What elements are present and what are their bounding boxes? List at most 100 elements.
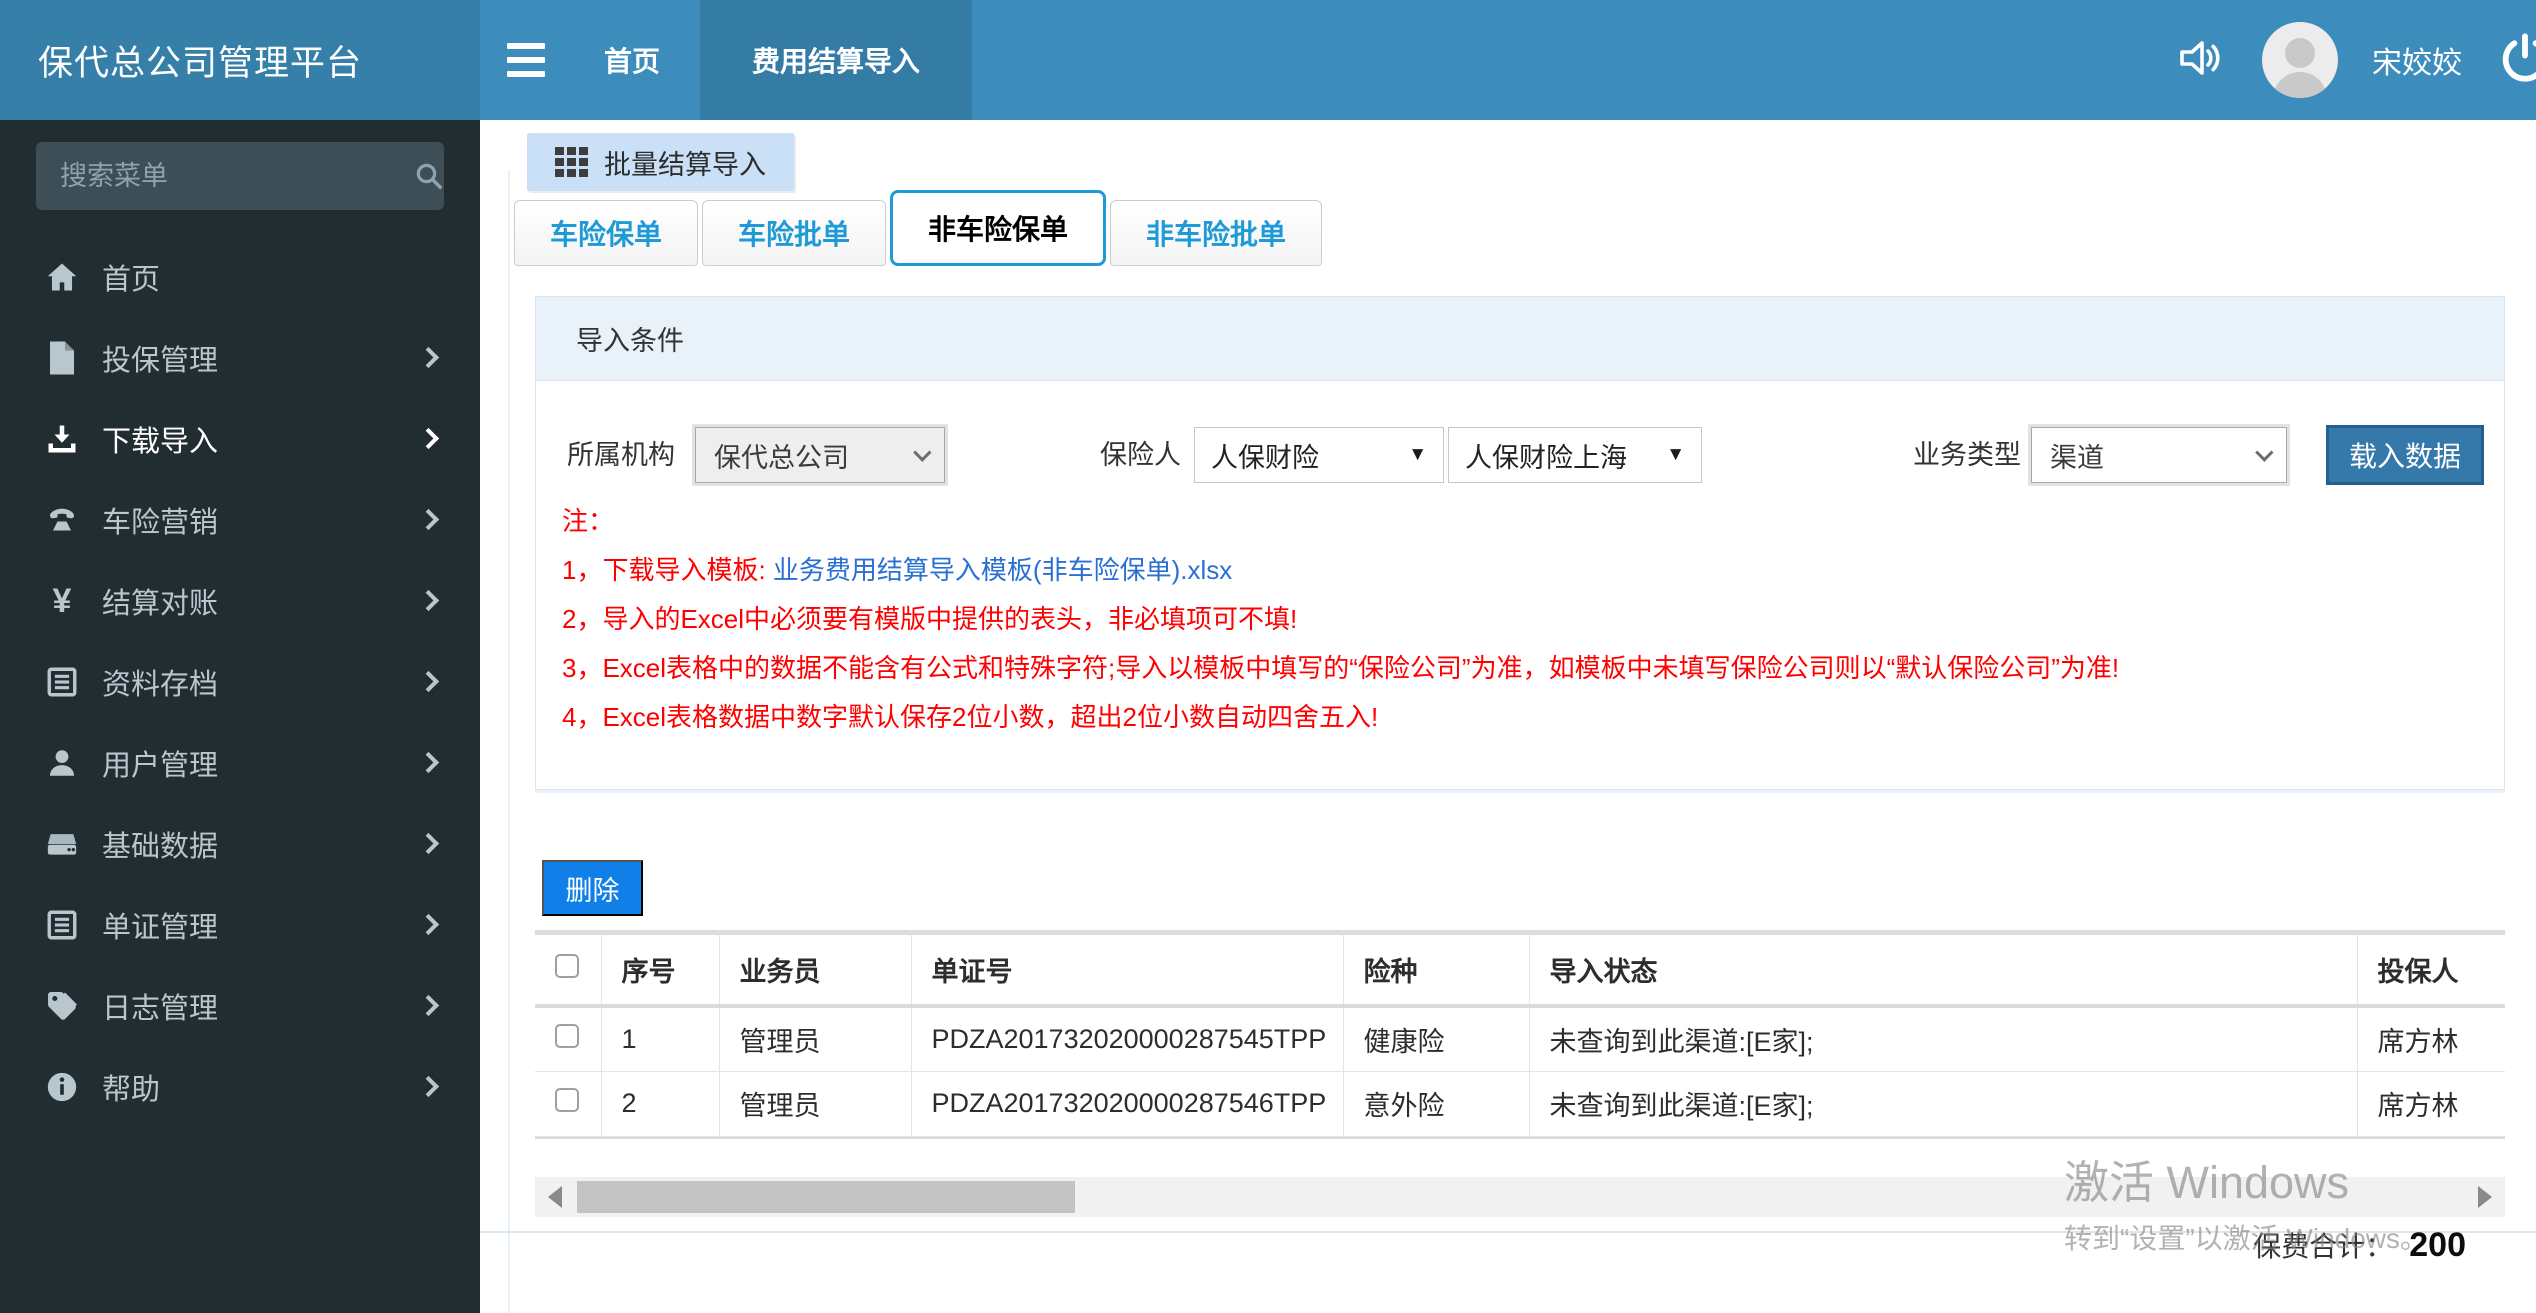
chevron-right-icon [417, 1075, 440, 1098]
biz-type-select[interactable]: 渠道 [2031, 427, 2287, 483]
app-brand: 保代总公司管理平台 [0, 0, 480, 120]
cell-seq: 1 [601, 1006, 720, 1072]
sidebar-item-label: 资料存档 [102, 668, 219, 701]
note-line-1: 1，下载导入模板: 业务费用结算导入模板(非车险保单).xlsx [562, 546, 2119, 595]
power-icon[interactable] [2496, 29, 2536, 92]
cell-policy_holder: 席方林 [2357, 1071, 2505, 1137]
hdd-icon [40, 827, 84, 861]
import-notes: 注： 1，下载导入模板: 业务费用结算导入模板(非车险保单).xlsx 2，导入… [562, 497, 2119, 742]
sidebar-item-资料存档[interactable]: 资料存档 [0, 641, 480, 722]
panel-title: 导入条件 [536, 297, 2504, 381]
app-root: 保代总公司管理平台 首页投保管理下载导入车险营销 ¥ 结算对账资料存档用户管理基础数… [0, 0, 2536, 1313]
row-checkbox-cell [535, 1071, 602, 1137]
row-checkbox[interactable] [555, 1088, 579, 1112]
chevron-right-icon [417, 670, 440, 693]
sidebar-item-label: 单证管理 [102, 911, 219, 944]
notes-heading: 注： [562, 506, 615, 536]
row-checkbox[interactable] [555, 1023, 579, 1048]
cell-insurance_type: 健康险 [1343, 1006, 1530, 1072]
tab-车险批单[interactable]: 车险批单 [702, 200, 887, 266]
hamburger-menu-icon[interactable] [488, 0, 564, 120]
insurer-select-1[interactable]: 人保财险 ▼ [1194, 427, 1444, 483]
sidebar-item-label: 首页 [102, 263, 161, 296]
search-icon[interactable] [414, 161, 444, 191]
insurer-select-2[interactable]: 人保财险上海 ▼ [1448, 427, 1702, 483]
org-select[interactable]: 保代总公司 [695, 427, 945, 483]
scroll-left-arrow-icon[interactable] [535, 1177, 575, 1217]
caret-down-icon: ▼ [1666, 444, 1685, 465]
insurer-select-1-value: 人保财险 [1211, 442, 1319, 473]
premium-total: 保费合计： 200 [2253, 1225, 2466, 1265]
tab-bar: 车险保单 车险批单 非车险保单 非车险批单 [514, 190, 1323, 266]
load-data-button[interactable]: 载入数据 [2326, 425, 2484, 485]
chevron-right-icon [417, 427, 440, 450]
topnav-item-费用结算导入[interactable]: 费用结算导入 [700, 0, 973, 120]
sidebar-item-结算对账[interactable]: ¥ 结算对账 [0, 560, 480, 641]
chevron-right-icon [417, 994, 440, 1017]
cell-insurance_type: 意外险 [1343, 1071, 1530, 1137]
list-icon [40, 908, 84, 942]
select-all-cell [535, 935, 602, 1008]
table-row: 2 管理员 PDZA201732020000287546TPP 意外险 未查询到此渠道:… [535, 1071, 2505, 1137]
tags-icon [40, 988, 84, 1024]
sidebar-search[interactable] [36, 142, 444, 210]
sidebar-item-车险营销[interactable]: 车险营销 [0, 479, 480, 560]
cell-policy_holder: 席方林 [2357, 1006, 2505, 1072]
note-line-4: 4，Excel表格数据中数字默认保存2位小数，超出2位小数自动四舍五入! [562, 702, 1379, 732]
chevron-right-icon [417, 346, 440, 369]
cell-seq: 2 [601, 1071, 720, 1137]
sidebar-item-首页[interactable]: 首页 [0, 236, 480, 317]
cell-import_status: 未查询到此渠道:[E家]; [1529, 1006, 2358, 1072]
tab-非车险批单[interactable]: 非车险批单 [1110, 200, 1323, 266]
premium-total-value: 200 [2409, 1226, 2466, 1264]
topnav-item-首页[interactable]: 首页 [564, 0, 700, 120]
avatar[interactable] [2262, 22, 2338, 98]
cell-agent: 管理员 [719, 1006, 912, 1072]
sidebar-item-用户管理[interactable]: 用户管理 [0, 722, 480, 803]
sidebar-item-投保管理[interactable]: 投保管理 [0, 317, 480, 398]
volume-icon[interactable] [2176, 36, 2228, 85]
sidebar-item-帮助[interactable]: 帮助 [0, 1046, 480, 1127]
chevron-right-icon [417, 508, 440, 531]
delete-button[interactable]: 删除 [542, 860, 643, 916]
scrollbar-thumb[interactable] [577, 1181, 1075, 1213]
cell-doc_no: PDZA201732020000287546TPP [911, 1071, 1344, 1137]
sidebar-item-基础数据[interactable]: 基础数据 [0, 803, 480, 884]
file-icon [40, 340, 84, 376]
tab-非车险保单[interactable]: 非车险保单 [890, 190, 1107, 266]
breadcrumb-label: 批量结算导入 [604, 149, 766, 180]
cell-doc_no: PDZA201732020000287545TPP [911, 1006, 1344, 1072]
username[interactable]: 宋姣姣 [2372, 38, 2462, 82]
caret-down-icon: ▼ [1408, 444, 1427, 465]
search-input[interactable] [60, 160, 414, 192]
sidebar-item-单证管理[interactable]: 单证管理 [0, 884, 480, 965]
sidebar-item-label: 投保管理 [102, 344, 219, 377]
chevron-right-icon [417, 913, 440, 936]
import-condition-panel: 导入条件 所属机构 保代总公司 保险人 人保财险 ▼ 人保财险上海 ▼ 业务类型… [535, 296, 2505, 790]
note-line-1-text: 1，下载导入模板: [562, 555, 773, 585]
insurer-select-2-value: 人保财险上海 [1465, 442, 1627, 473]
topbar-right: 宋姣姣 [2176, 22, 2536, 98]
table-body: 1 管理员 PDZA201732020000287545TPP 健康险 未查询到此渠道:… [535, 1006, 2505, 1137]
sidebar-item-label: 用户管理 [102, 749, 219, 782]
result-table-wrap: 序号 业务员 单证号 险种 导入状态 投保人 1 管理员 PDZA20173202000028… [535, 930, 2505, 1139]
chevron-right-icon [417, 589, 440, 612]
sidebar-item-label: 下载导入 [102, 425, 219, 458]
scroll-right-arrow-icon[interactable] [2465, 1177, 2505, 1217]
org-select-value: 保代总公司 [714, 442, 849, 473]
breadcrumb[interactable]: 批量结算导入 [527, 133, 794, 191]
org-label: 所属机构 [567, 440, 675, 470]
insurer-label: 保险人 [1100, 440, 1181, 470]
biz-type-select-value: 渠道 [2050, 442, 2104, 473]
sidebar-item-下载导入[interactable]: 下载导入 [0, 398, 480, 479]
horizontal-scrollbar[interactable] [535, 1177, 2505, 1217]
yen-icon: ¥ [52, 581, 72, 620]
topbar-nav: 首页 费用结算导入 [564, 0, 973, 120]
template-download-link[interactable]: 业务费用结算导入模板(非车险保单).xlsx [773, 555, 1232, 585]
user-icon [40, 746, 84, 780]
sidebar-item-日志管理[interactable]: 日志管理 [0, 965, 480, 1046]
topbar: 首页 费用结算导入 宋姣姣 [480, 0, 2536, 120]
tab-车险保单[interactable]: 车险保单 [514, 200, 699, 266]
select-all-checkbox[interactable] [555, 954, 579, 978]
content-bottom-border [480, 1231, 2536, 1233]
